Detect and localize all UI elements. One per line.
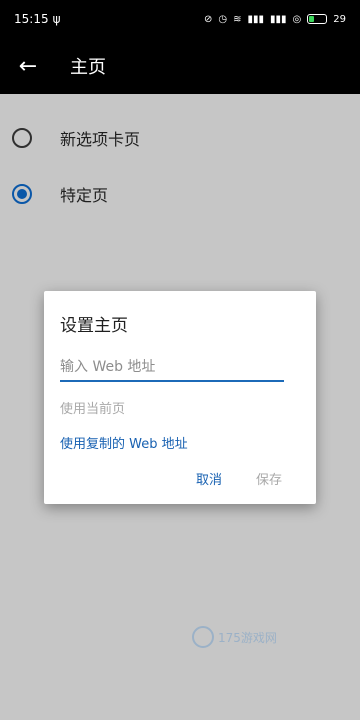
save-button[interactable]: 保存 — [256, 469, 282, 488]
app-bar: ← 主页 — [0, 38, 360, 94]
signal-icon-1: ▮▮▮ — [247, 13, 265, 25]
radio-new-tab-page[interactable] — [12, 128, 32, 148]
homepage-options: 新选项卡页 特定页 — [0, 110, 360, 222]
option-label: 新选项卡页 — [60, 130, 141, 149]
use-current-page-link[interactable]: 使用当前页 — [60, 398, 300, 417]
watermark-text: 175游戏网 — [218, 630, 277, 645]
signal-icon-2: ▮▮▮ — [270, 13, 287, 25]
alarm-icon: ◷ — [218, 13, 228, 25]
option-new-tab-page[interactable]: 新选项卡页 — [0, 110, 360, 166]
hotspot-icon: ◎ — [292, 13, 302, 25]
dialog-actions: 取消 保存 — [196, 469, 282, 488]
option-label: 特定页 — [60, 186, 109, 205]
mute-icon: ⊘ — [203, 13, 213, 25]
radio-specific-page[interactable] — [12, 184, 32, 204]
web-address-input[interactable] — [60, 354, 284, 382]
page-title: 主页 — [70, 57, 106, 78]
cancel-button[interactable]: 取消 — [196, 469, 222, 488]
watermark-logo-icon — [192, 626, 214, 648]
status-time: 15:15 — [14, 12, 49, 26]
battery-icon — [307, 14, 328, 24]
back-button[interactable]: ← — [0, 38, 56, 94]
usb-icon: ψ — [52, 12, 61, 26]
wifi-icon: ≋ — [233, 13, 242, 25]
option-specific-page[interactable]: 特定页 — [0, 166, 360, 222]
dialog-title: 设置主页 — [60, 316, 128, 336]
status-right: ⊘ ◷ ≋ ▮▮▮ ▮▮▮ ◎ 29 — [204, 14, 346, 25]
arrow-left-icon: ← — [18, 53, 38, 79]
use-copied-address-link[interactable]: 使用复制的 Web 地址 — [60, 433, 300, 452]
watermark: 175游戏网 — [192, 626, 277, 648]
set-homepage-dialog: 设置主页 使用当前页 使用复制的 Web 地址 取消 保存 — [44, 291, 316, 504]
status-left: 15:15 ψ — [14, 12, 61, 26]
status-bar: 15:15 ψ ⊘ ◷ ≋ ▮▮▮ ▮▮▮ ◎ 29 — [0, 0, 360, 38]
battery-level: 29 — [333, 13, 346, 25]
